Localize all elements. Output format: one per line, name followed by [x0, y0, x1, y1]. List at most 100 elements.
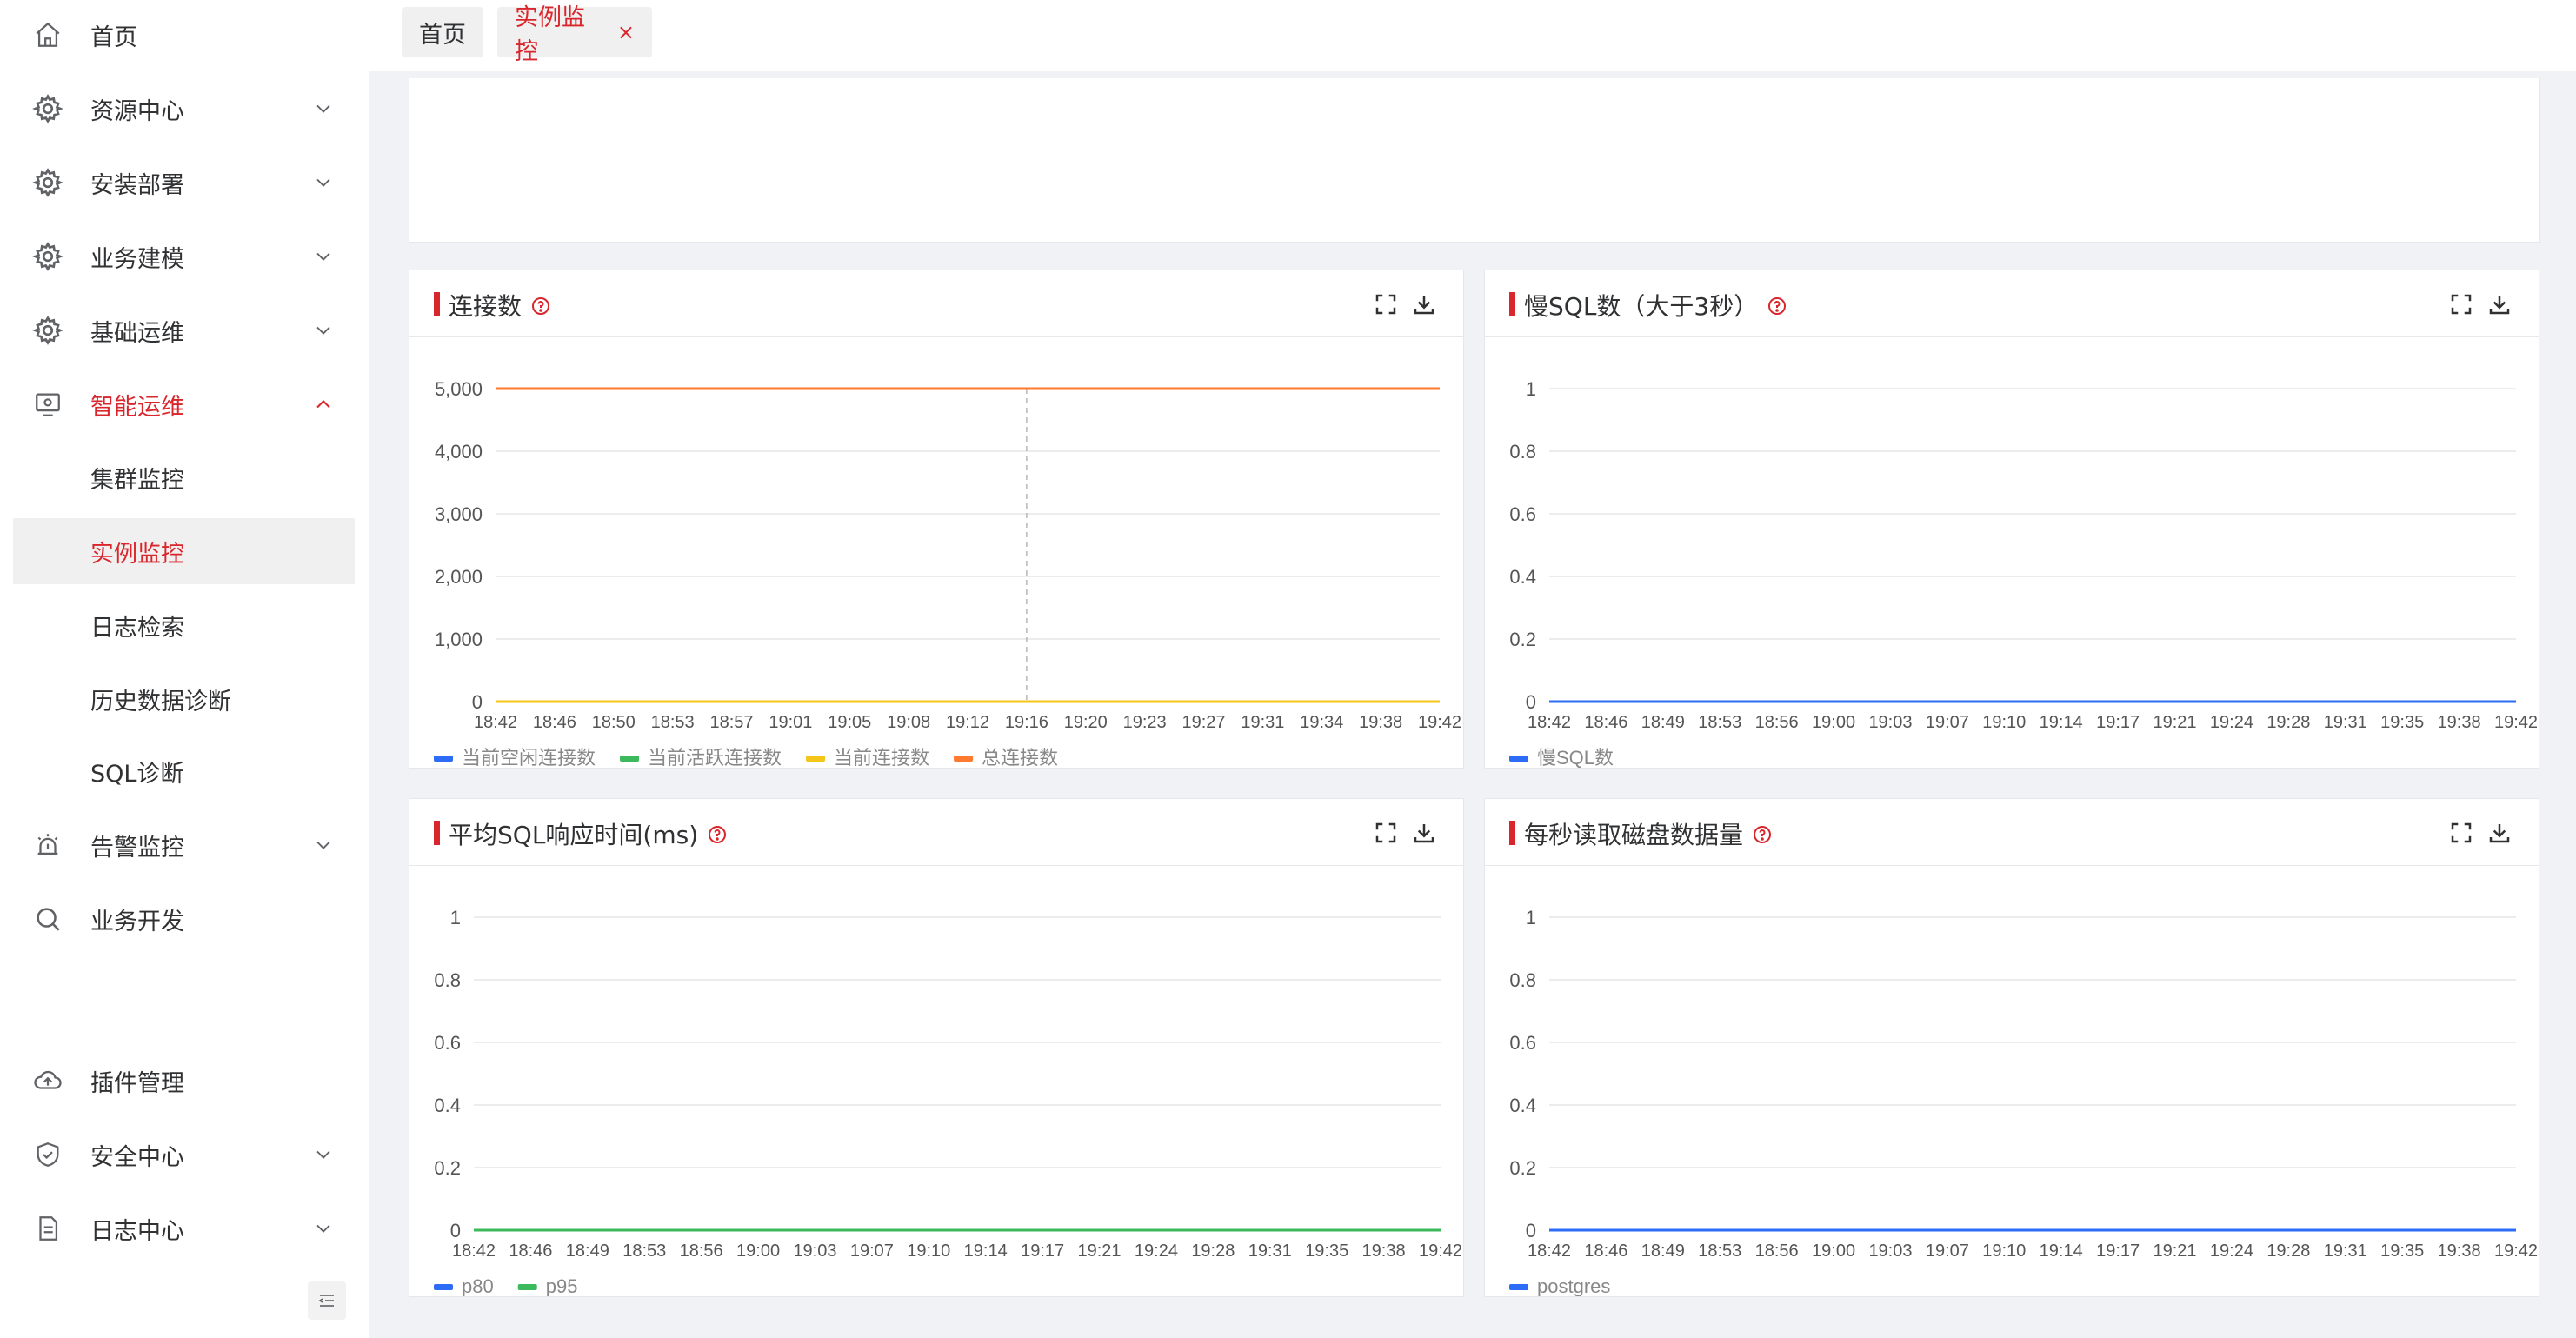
- shield-icon: [32, 1139, 63, 1170]
- sidebar-subitem-sql-diagnosis[interactable]: SQL诊断: [13, 738, 355, 804]
- download-icon[interactable]: [2486, 291, 2513, 317]
- sidebar-item-security-center[interactable]: 安全中心: [13, 1122, 355, 1188]
- sidebar-item-intelligent-ops[interactable]: 智能运维: [13, 371, 355, 437]
- download-icon[interactable]: [1411, 291, 1437, 317]
- sidebar-subitem-log-search[interactable]: 日志检索: [13, 592, 355, 658]
- help-icon[interactable]: [707, 824, 728, 845]
- x-tick-label: 19:14: [964, 1241, 1008, 1261]
- sidebar-item-install-deploy[interactable]: 安装部署: [13, 150, 355, 216]
- x-tick-label: 18:56: [1755, 713, 1799, 732]
- sidebar-item-resource-center[interactable]: 资源中心: [13, 76, 355, 142]
- sidebar-item-plugin-manage[interactable]: 插件管理: [13, 1048, 355, 1114]
- x-tick-label: 19:07: [1926, 1241, 1969, 1261]
- sidebar-item-label: 基础运维: [90, 319, 184, 347]
- tab-home[interactable]: 首页: [402, 7, 483, 57]
- y-tick-label: 1,000: [435, 629, 483, 650]
- sidebar-item-business-dev[interactable]: 业务开发: [13, 886, 355, 952]
- sidebar: 首页 资源中心 安装部署 业务建模 基础运维 智能运维 集群监控 实例监控 日志…: [0, 0, 369, 1338]
- home-icon: [32, 19, 63, 50]
- y-tick-label: 0.8: [1509, 969, 1536, 991]
- legend-swatch: [954, 756, 974, 762]
- alarm-icon: [32, 829, 63, 861]
- y-tick-label: 1: [1526, 907, 1536, 929]
- y-tick-label: 0: [450, 1220, 461, 1241]
- x-tick-label: 19:00: [736, 1241, 780, 1261]
- sidebar-item-basic-ops[interactable]: 基础运维: [13, 297, 355, 363]
- help-icon[interactable]: [530, 296, 551, 316]
- x-tick-label: 19:03: [1868, 713, 1912, 732]
- chevron-down-icon: [316, 252, 330, 261]
- legend-label[interactable]: p95: [546, 1275, 578, 1296]
- x-tick-label: 19:17: [2096, 1241, 2140, 1261]
- sidebar-collapse-button[interactable]: [308, 1281, 346, 1320]
- gear-icon: [32, 241, 63, 272]
- cloud-plugin-icon: [32, 1065, 63, 1096]
- sidebar-item-log-center[interactable]: 日志中心: [13, 1195, 355, 1261]
- sidebar-item-business-modeling[interactable]: 业务建模: [13, 223, 355, 290]
- x-tick-label: 18:42: [474, 713, 517, 732]
- x-tick-label: 19:14: [2040, 1241, 2083, 1261]
- panel-title-text: 每秒读取磁盘数据量: [1524, 821, 1744, 849]
- tab-instance-monitor[interactable]: 实例监控 ×: [497, 4, 652, 65]
- x-tick-label: 19:28: [1191, 1241, 1235, 1261]
- x-tick-label: 19:12: [946, 713, 989, 732]
- legend-label[interactable]: 慢SQL数: [1537, 747, 1614, 768]
- chevron-down-icon: [316, 841, 330, 849]
- x-tick-label: 19:28: [2266, 1241, 2310, 1261]
- tab-label: 实例监控: [515, 4, 585, 65]
- legend-label[interactable]: 当前活跃连接数: [648, 747, 782, 768]
- x-tick-label: 18:42: [1528, 713, 1571, 732]
- download-icon[interactable]: [2486, 820, 2513, 846]
- sidebar-subitem-history-diagnosis[interactable]: 历史数据诊断: [13, 666, 355, 732]
- sidebar-item-home[interactable]: 首页: [13, 2, 355, 68]
- chevron-down-icon: [316, 326, 330, 335]
- y-tick-label: 0.2: [1509, 629, 1536, 650]
- x-tick-label: 19:03: [1868, 1241, 1912, 1261]
- sidebar-subitem-instance-monitor[interactable]: 实例监控: [13, 518, 355, 584]
- gear-icon: [32, 315, 63, 346]
- legend-label[interactable]: 总连接数: [982, 747, 1058, 768]
- x-tick-label: 19:17: [2096, 713, 2140, 732]
- fullscreen-icon[interactable]: [1373, 820, 1399, 846]
- x-tick-label: 19:42: [2494, 713, 2538, 732]
- x-tick-label: 19:00: [1812, 713, 1855, 732]
- sidebar-subitem-cluster-monitor[interactable]: 集群监控: [13, 444, 355, 510]
- legend-label[interactable]: 当前空闲连接数: [462, 747, 596, 768]
- legend-swatch: [1509, 756, 1528, 762]
- x-tick-label: 19:03: [793, 1241, 836, 1261]
- fullscreen-icon[interactable]: [2448, 820, 2474, 846]
- y-tick-label: 0.4: [1509, 566, 1536, 588]
- legend-swatch: [434, 1284, 453, 1290]
- fullscreen-icon[interactable]: [1373, 291, 1399, 317]
- fullscreen-icon[interactable]: [2448, 291, 2474, 317]
- x-tick-label: 19:10: [1982, 713, 2026, 732]
- legend-label[interactable]: p80: [462, 1275, 494, 1296]
- y-tick-label: 1: [1526, 378, 1536, 400]
- x-tick-label: 18:49: [1641, 1241, 1685, 1261]
- download-icon[interactable]: [1411, 820, 1437, 846]
- x-tick-label: 19:23: [1123, 713, 1167, 732]
- sidebar-item-alarm-monitor[interactable]: 告警监控: [13, 812, 355, 878]
- x-tick-label: 19:38: [2438, 1241, 2481, 1261]
- chart-avg-sql-response: 1 0.8 0.6 0.4 0.2 018:42 18:46 18:49 18:53 18:56 1…: [434, 907, 1462, 1296]
- sidebar-subitem-label: 集群监控: [90, 466, 184, 494]
- close-icon[interactable]: ×: [617, 20, 635, 44]
- document-icon: [32, 1213, 63, 1244]
- x-tick-label: 18:53: [622, 1241, 666, 1261]
- panel-title-marker: [1509, 292, 1515, 316]
- y-tick-label: 1: [450, 907, 461, 929]
- legend-swatch: [1509, 1284, 1528, 1290]
- x-tick-label: 18:56: [680, 1241, 723, 1261]
- help-icon[interactable]: [1752, 824, 1773, 845]
- help-icon[interactable]: [1767, 296, 1787, 316]
- sidebar-item-label: 安全中心: [90, 1143, 184, 1171]
- x-tick-label: 19:38: [1362, 1241, 1406, 1261]
- legend-label[interactable]: 当前连接数: [834, 747, 929, 768]
- panel-title-marker: [434, 292, 440, 316]
- legend-label[interactable]: postgres: [1537, 1275, 1610, 1296]
- x-tick-label: 19:17: [1021, 1241, 1064, 1261]
- search-icon: [32, 903, 63, 935]
- chart-slow-sql: 1 0.8 0.6 0.4 0.2 018:42 18:46 18:49 18:53 18:56 1…: [1509, 378, 2538, 768]
- x-tick-label: 19:42: [1418, 713, 1461, 732]
- chevron-down-icon: [316, 178, 330, 187]
